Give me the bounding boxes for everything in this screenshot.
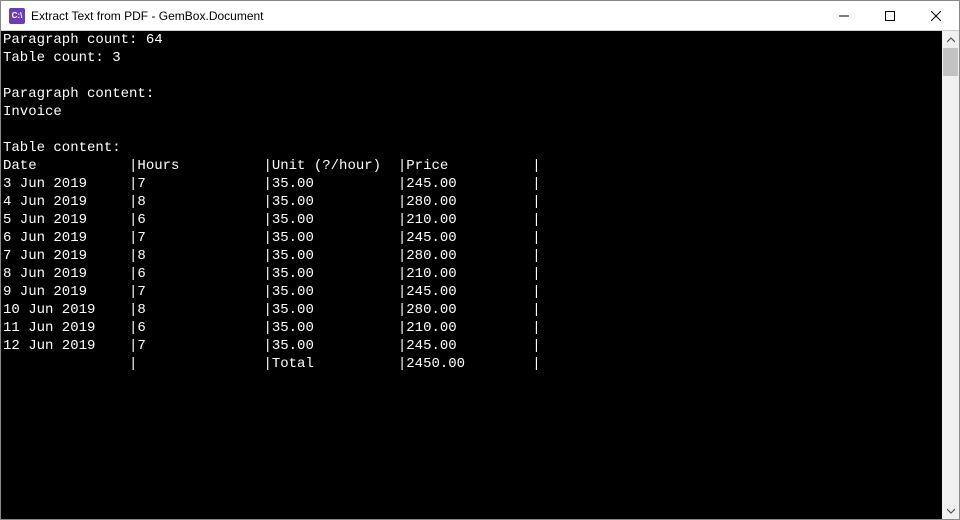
scroll-thumb[interactable] <box>943 48 958 76</box>
console-output: Paragraph count: 64 Table count: 3 Parag… <box>1 31 942 519</box>
chevron-down-icon <box>947 508 955 514</box>
scroll-up-button[interactable] <box>942 31 959 48</box>
maximize-button[interactable] <box>867 1 913 31</box>
close-button[interactable] <box>913 1 959 31</box>
app-window: C:\ Extract Text from PDF - GemBox.Docum… <box>0 0 960 520</box>
client-area: Paragraph count: 64 Table count: 3 Parag… <box>1 31 959 519</box>
minimize-icon <box>839 11 849 21</box>
title-bar[interactable]: C:\ Extract Text from PDF - GemBox.Docum… <box>1 1 959 31</box>
app-icon: C:\ <box>9 8 25 24</box>
scroll-track[interactable] <box>942 48 959 502</box>
vertical-scrollbar[interactable] <box>942 31 959 519</box>
scroll-down-button[interactable] <box>942 502 959 519</box>
chevron-up-icon <box>947 37 955 43</box>
maximize-icon <box>885 11 895 21</box>
minimize-button[interactable] <box>821 1 867 31</box>
close-icon <box>931 11 941 21</box>
window-title: Extract Text from PDF - GemBox.Document <box>31 9 264 23</box>
